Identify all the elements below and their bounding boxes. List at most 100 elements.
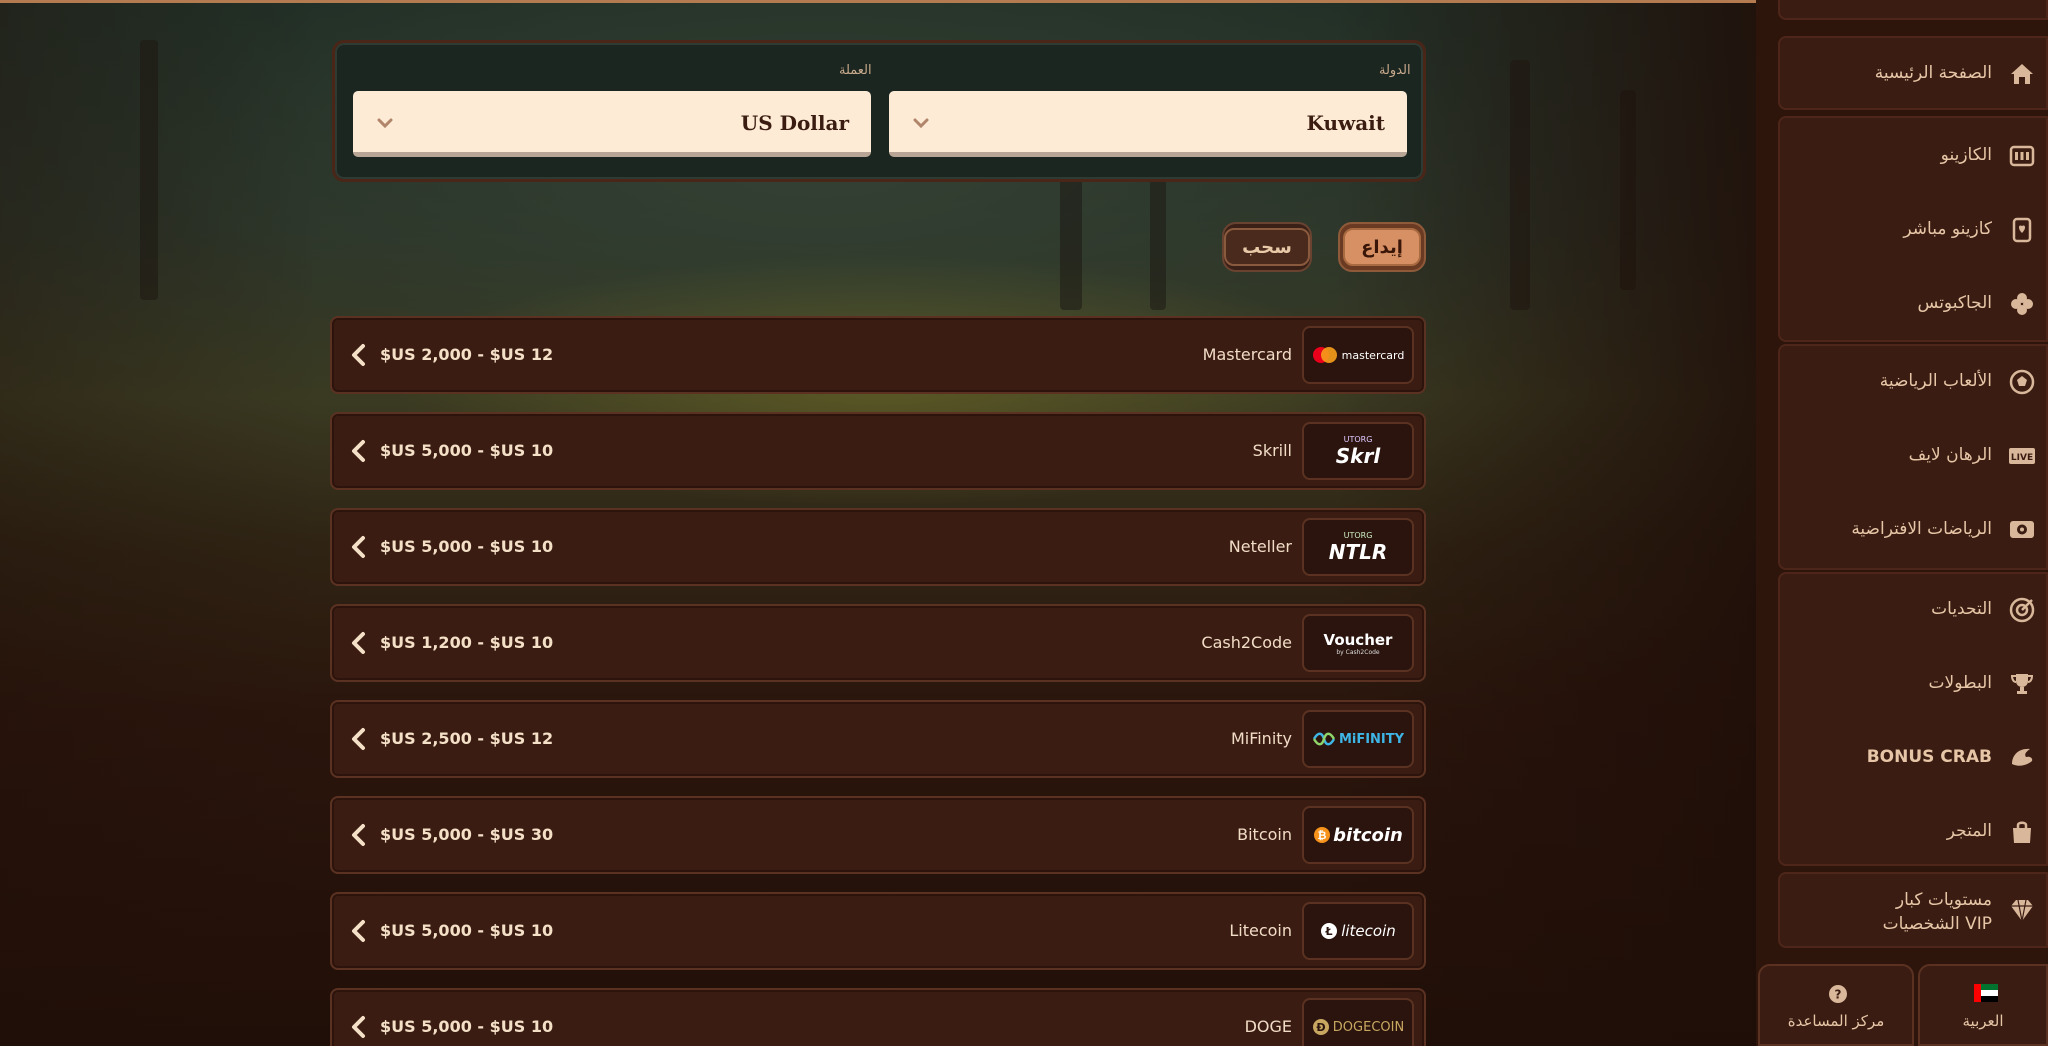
- sidebar-item-label: المتجر: [1946, 821, 1992, 841]
- sidebar-group-top: [1778, 0, 2048, 20]
- skrill-logo: UTORG Skrl: [1302, 422, 1414, 480]
- litecoin-coin-icon: Ł: [1321, 923, 1338, 939]
- skrill-logo-text: Skrl: [1335, 443, 1381, 468]
- sidebar-item-label-line1: مستويات كبار: [1895, 890, 1992, 910]
- deposit-tab-label: إيداع: [1343, 228, 1421, 266]
- sidebar-item-live-casino[interactable]: كازينو مباشر: [1780, 200, 2048, 260]
- slot-machine-icon: [2009, 145, 2035, 167]
- sidebar-item-label: الكازينو: [1940, 145, 1992, 165]
- payment-method-row[interactable]: $US 5,000 - $US 30 Bitcoin ₿ bitcoin: [330, 796, 1426, 874]
- sidebar-item-label: مستويات كبار الشخصيات VIP: [1883, 888, 1992, 936]
- mifinity-logo-text: MiFINITY: [1338, 731, 1405, 747]
- sidebar-item-vip[interactable]: مستويات كبار الشخصيات VIP: [1780, 880, 2048, 940]
- payment-method-row[interactable]: $US 5,000 - $US 10 Litecoin Ł litecoin: [330, 892, 1426, 970]
- sidebar-item-sports[interactable]: الألعاب الرياضية: [1780, 352, 2048, 412]
- bitcoin-logo-text: bitcoin: [1333, 824, 1403, 846]
- clover-icon: [2011, 293, 2033, 315]
- sidebar-item-live-betting[interactable]: LIVE الرهان لايف: [1780, 426, 2048, 486]
- bitcoin-logo: ₿ bitcoin: [1302, 806, 1414, 864]
- sidebar-item-label: الألعاب الرياضية: [1879, 371, 1992, 391]
- chevron-left-icon: [352, 728, 365, 750]
- top-border: [0, 0, 2048, 3]
- payment-limit-range: $US 2,500 - $US 12: [380, 729, 554, 748]
- country-label: الدولة: [1379, 63, 1411, 78]
- virtual-sports-icon: [2010, 521, 2034, 538]
- sidebar-item-home[interactable]: الصفحة الرئيسية: [1780, 44, 2048, 104]
- voucher-logo-text: Voucher: [1323, 630, 1393, 649]
- country-select[interactable]: Kuwait: [889, 91, 1407, 157]
- diamond-icon: [2011, 899, 2033, 922]
- payment-method-name: Neteller: [1228, 537, 1292, 556]
- sidebar-item-label: BONUS CRAB: [1866, 747, 1992, 767]
- sidebar-group-casino: الكازينو كازينو مباشر الجاكبوتس: [1778, 116, 2048, 342]
- svg-text:₿: ₿: [1318, 829, 1327, 842]
- home-icon: [2011, 64, 2033, 84]
- language-button[interactable]: العربية: [1918, 964, 2048, 1046]
- neteller-logo: UTORG NTLR: [1302, 518, 1414, 576]
- utorg-badge-text: UTORG: [1343, 434, 1373, 444]
- sidebar-item-label: الرهان لايف: [1908, 445, 1992, 465]
- payment-method-row[interactable]: $US 5,000 - $US 10 Skrill UTORG Skrl: [330, 412, 1426, 490]
- sidebar-item-virtual-sports[interactable]: الرياضات الافتراضية: [1780, 500, 2048, 560]
- payment-method-name: Mastercard: [1202, 345, 1292, 364]
- dogecoin-logo: Ð DOGECOIN: [1302, 998, 1414, 1046]
- chevron-left-icon: [352, 1016, 365, 1038]
- sidebar-item-casino[interactable]: الكازينو: [1780, 126, 2048, 186]
- currency-select[interactable]: US Dollar: [353, 91, 871, 157]
- utorg-badge-text: UTORG: [1343, 530, 1373, 540]
- sidebar-item-label: التحديات: [1931, 599, 1992, 619]
- chevron-left-icon: [352, 536, 365, 558]
- chevron-left-icon: [352, 920, 365, 942]
- deposit-tab[interactable]: إيداع: [1338, 222, 1426, 272]
- sidebar-item-label: البطولات: [1928, 673, 1992, 693]
- chevron-left-icon: [352, 632, 365, 654]
- sidebar-group-home: الصفحة الرئيسية: [1778, 36, 2048, 110]
- sidebar-item-challenges[interactable]: التحديات: [1780, 580, 2048, 640]
- payment-method-name: MiFinity: [1230, 729, 1292, 748]
- litecoin-logo: Ł litecoin: [1302, 902, 1414, 960]
- chevron-down-icon: [377, 118, 393, 129]
- trophy-icon: [2010, 674, 2034, 694]
- payment-method-name: Litecoin: [1229, 921, 1292, 940]
- payment-method-row[interactable]: $US 2,500 - $US 12 MiFinity MiFINITY: [330, 700, 1426, 778]
- sidebar-item-tournaments[interactable]: البطولات: [1780, 654, 2048, 714]
- sidebar-item-jackpots[interactable]: الجاكبوتس: [1780, 274, 2048, 334]
- withdraw-tab[interactable]: سحب: [1222, 222, 1312, 272]
- svg-text:?: ?: [1835, 988, 1842, 1002]
- payment-limit-range: $US 5,000 - $US 10: [380, 441, 554, 460]
- neteller-logo-text: NTLR: [1328, 539, 1388, 564]
- mastercard-logo-text: mastercard: [1341, 348, 1405, 362]
- help-center-button[interactable]: ? مركز المساعدة: [1758, 964, 1914, 1046]
- uae-flag-icon: [1974, 984, 1998, 1002]
- payment-limit-range: $US 5,000 - $US 10: [380, 921, 554, 940]
- mifinity-symbol-icon: [1312, 732, 1336, 746]
- chevron-left-icon: [352, 344, 365, 366]
- payment-method-row[interactable]: $US 5,000 - $US 10 DOGE Ð DOGECOIN: [330, 988, 1426, 1046]
- currency-value: US Dollar: [740, 111, 849, 135]
- payment-method-name: DOGE: [1244, 1017, 1292, 1036]
- country-value: Kuwait: [1306, 111, 1386, 135]
- mastercard-logo: mastercard: [1302, 326, 1414, 384]
- payment-method-row[interactable]: $US 1,200 - $US 10 Cash2Code Voucher by …: [330, 604, 1426, 682]
- dogecoin-logo-text: DOGECOIN: [1332, 1019, 1405, 1035]
- crab-claw-icon: [2012, 748, 2033, 766]
- payment-method-row[interactable]: $US 5,000 - $US 10 Neteller UTORG NTLR: [330, 508, 1426, 586]
- svg-text:Ð: Ð: [1316, 1021, 1325, 1034]
- payment-limit-range: $US 1,200 - $US 10: [380, 633, 554, 652]
- cards-icon: [2012, 217, 2032, 243]
- payment-limit-range: $US 5,000 - $US 10: [380, 537, 554, 556]
- chevron-left-icon: [352, 824, 365, 846]
- sidebar: الصفحة الرئيسية الكازينو كازينو مباشر ال…: [1756, 0, 2048, 1046]
- payment-method-name: Bitcoin: [1237, 825, 1292, 844]
- svg-text:Ł: Ł: [1325, 925, 1333, 938]
- target-icon: [2009, 597, 2035, 623]
- sidebar-item-shop[interactable]: المتجر: [1780, 802, 2048, 862]
- cash2code-voucher-logo: Voucher by Cash2Code: [1302, 614, 1414, 672]
- svg-text:LIVE: LIVE: [2011, 453, 2033, 463]
- language-label: العربية: [1962, 1012, 2004, 1030]
- payment-method-row[interactable]: $US 2,000 - $US 12 Mastercard mastercard: [330, 316, 1426, 394]
- sidebar-group-vip: مستويات كبار الشخصيات VIP: [1778, 872, 2048, 948]
- payment-method-name: Skrill: [1252, 441, 1292, 460]
- sidebar-item-bonus-crab[interactable]: BONUS CRAB: [1780, 728, 2048, 788]
- payment-limit-range: $US 5,000 - $US 10: [380, 1017, 554, 1036]
